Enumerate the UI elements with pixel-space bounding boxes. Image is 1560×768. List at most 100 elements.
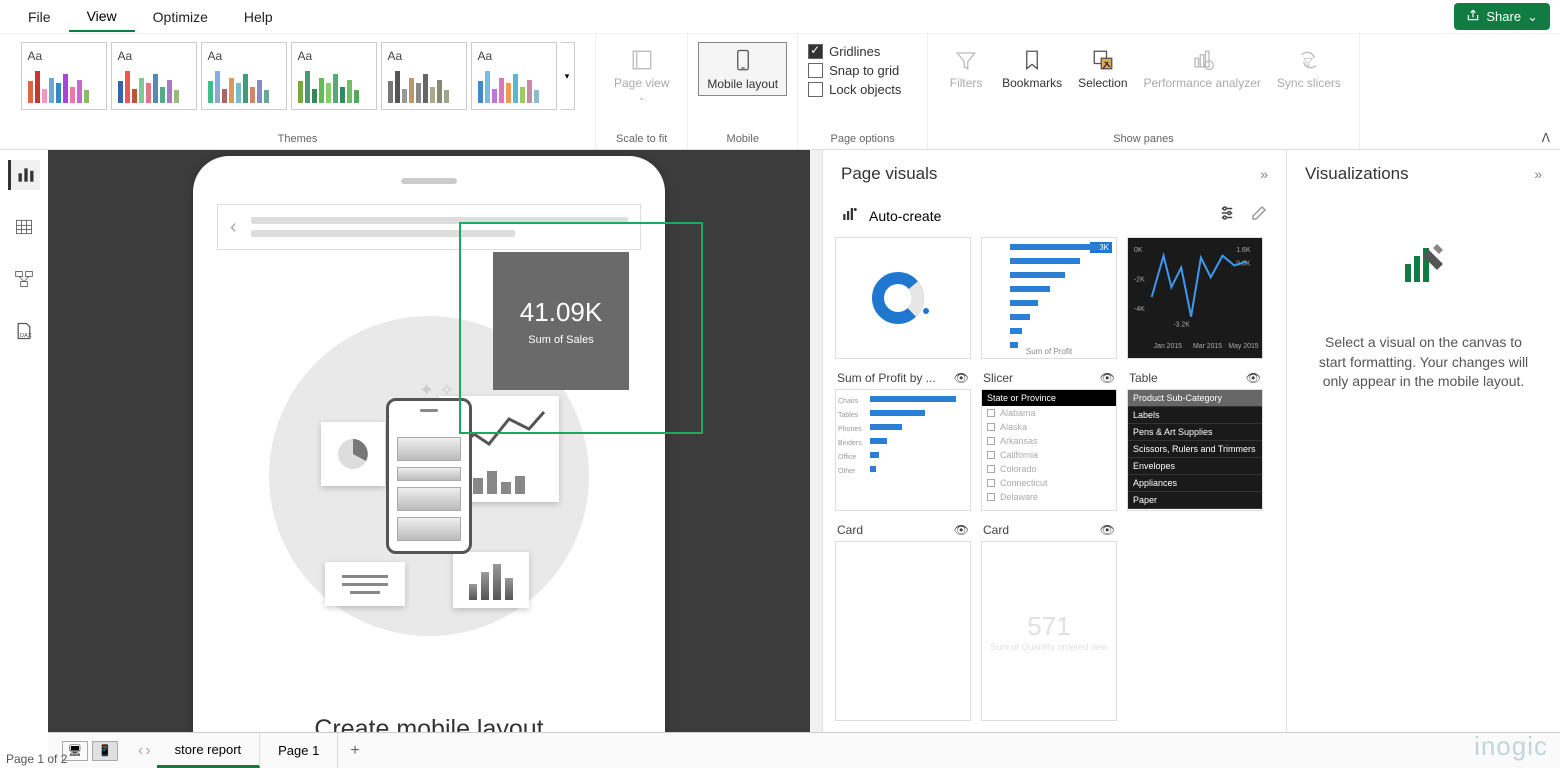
selection-button[interactable]: Selection <box>1070 42 1135 94</box>
auto-create-icon <box>841 205 859 226</box>
prev-page-arrow[interactable]: ‹ <box>138 742 143 760</box>
svg-text:0K: 0K <box>1134 247 1143 254</box>
lines-widget-icon <box>325 562 405 606</box>
page-options-label: Page options <box>830 131 894 147</box>
ribbon-group-scale: Page view ⌄ Scale to fit <box>596 34 688 149</box>
mobile-layout-button[interactable]: Mobile layout <box>698 42 787 96</box>
theme-tile-3[interactable]: Aa <box>201 42 287 110</box>
bars-widget-icon <box>453 552 529 608</box>
lock-objects-toggle[interactable]: Lock objects <box>808 80 901 99</box>
svg-text:May 2015: May 2015 <box>1228 343 1258 350</box>
menu-optimize[interactable]: Optimize <box>135 3 226 31</box>
visualizations-hint: Select a visual on the canvas to start f… <box>1287 303 1560 422</box>
themes-label: Themes <box>278 131 318 147</box>
card-label: Sum of Sales <box>528 334 593 346</box>
svg-text:Mar 2015: Mar 2015 <box>1193 343 1222 350</box>
visualizations-pane: Visualizations » Select a visual on the … <box>1286 150 1560 732</box>
visibility-icon[interactable]: 👁 <box>1246 371 1261 385</box>
svg-text:-2K: -2K <box>1134 276 1145 283</box>
chevron-down-icon: ⌄ <box>1527 9 1538 25</box>
settings-icon[interactable] <box>1218 204 1236 227</box>
mobile-group-label: Mobile <box>727 131 759 147</box>
themes-row: Aa Aa Aa Aa Aa Aa ▾ <box>21 42 575 110</box>
mobile-canvas[interactable]: ‹ ✦ ✧ <box>48 150 810 732</box>
watermark: inogic <box>1474 731 1548 762</box>
share-button[interactable]: Share ⌄ <box>1454 3 1550 30</box>
add-page-button[interactable]: + <box>338 742 371 760</box>
phone-speaker <box>401 178 457 184</box>
visuals-thumbnails: 2.3K Sum of Profit Product Sub-Category … <box>823 237 1286 721</box>
thumb-slicer[interactable]: State or Province Alabama Alaska Arkansa… <box>981 389 1117 511</box>
phone-frame: ‹ ✦ ✧ <box>193 156 665 732</box>
svg-text:-4K: -4K <box>1134 306 1145 313</box>
format-icon <box>1287 198 1560 303</box>
menu-view[interactable]: View <box>69 2 135 32</box>
canvas-scrollbar[interactable] <box>810 150 822 732</box>
mobile-view-icon[interactable]: 📱 <box>92 741 118 761</box>
perf-analyzer-button[interactable]: Performance analyzer <box>1136 42 1269 94</box>
visibility-icon[interactable]: 👁 <box>1100 523 1115 537</box>
thumb-table[interactable]: Product Sub-Category Labels Pens & Art S… <box>1127 389 1263 511</box>
collapse-visualizations[interactable]: » <box>1534 166 1542 182</box>
rail-report-icon[interactable] <box>8 160 40 190</box>
back-icon: ‹ <box>230 216 237 239</box>
create-mobile-layout-text: Create mobile layout <box>193 715 665 732</box>
header-placeholder-lines <box>251 217 628 237</box>
menubar: File View Optimize Help Share ⌄ <box>0 0 1560 34</box>
placed-card-visual[interactable]: 41.09K Sum of Sales <box>493 252 629 390</box>
svg-text:-3.2K: -3.2K <box>1173 322 1190 329</box>
page-view-button[interactable]: Page view ⌄ <box>606 42 677 107</box>
thumb-hbar2[interactable]: Chairs Tables Phones Binders Office Othe… <box>835 389 971 511</box>
theme-tile-2[interactable]: Aa <box>111 42 197 110</box>
theme-tile-1[interactable]: Aa <box>21 42 107 110</box>
ribbon-collapse[interactable]: ᐱ <box>1542 131 1550 145</box>
page-visuals-pane: Page visuals » Auto-create 2.3K Sum of P… <box>822 150 1286 732</box>
share-icon <box>1466 8 1480 25</box>
snap-to-grid-toggle[interactable]: Snap to grid <box>808 61 899 80</box>
thumb-hbar-profit[interactable]: 2.3K Sum of Profit Product Sub-Category <box>981 237 1117 359</box>
tab-page-1[interactable]: Page 1 <box>260 733 338 768</box>
pie-widget-icon <box>321 422 385 486</box>
mini-phone-icon <box>386 398 472 554</box>
visibility-icon[interactable]: 👁 <box>1100 371 1115 385</box>
collapse-page-visuals[interactable]: » <box>1260 166 1268 182</box>
filters-button[interactable]: Filters <box>938 42 994 94</box>
tab-store-report[interactable]: store report <box>157 733 260 768</box>
ribbon-group-show-panes: Filters Bookmarks Selection Performance … <box>928 34 1360 149</box>
theme-tile-6[interactable]: Aa <box>471 42 557 110</box>
thumb-donut[interactable] <box>835 237 971 359</box>
auto-create-button[interactable]: Auto-create <box>841 205 941 226</box>
page-visuals-title: Page visuals <box>841 164 937 184</box>
chevron-down-icon: ⌄ <box>638 92 646 103</box>
next-page-arrow[interactable]: › <box>145 742 150 760</box>
themes-dropdown[interactable]: ▾ <box>561 42 575 110</box>
theme-tile-4[interactable]: Aa <box>291 42 377 110</box>
rail-table-icon[interactable] <box>8 212 40 242</box>
svg-text:Jan 2015: Jan 2015 <box>1154 343 1182 350</box>
ribbon-group-mobile: Mobile layout Mobile <box>688 34 798 149</box>
menu-help[interactable]: Help <box>226 3 291 31</box>
gridlines-toggle[interactable]: ✓Gridlines <box>808 42 880 61</box>
visibility-icon[interactable]: 👁 <box>954 523 969 537</box>
left-rail: DAX <box>0 150 48 346</box>
menu-file[interactable]: File <box>10 3 69 31</box>
mobile-layout-label: Mobile layout <box>707 77 778 91</box>
show-panes-label: Show panes <box>1113 131 1174 147</box>
theme-tile-5[interactable]: Aa <box>381 42 467 110</box>
visibility-icon[interactable]: 👁 <box>954 371 969 385</box>
bookmarks-button[interactable]: Bookmarks <box>994 42 1070 94</box>
thumb-card-ghost[interactable]: 571 Sum of Quantity ordered new <box>981 541 1117 721</box>
rail-dax-icon[interactable]: DAX <box>8 316 40 346</box>
sync-slicers-button[interactable]: Sync slicers <box>1269 42 1349 94</box>
thumb-card-empty[interactable] <box>835 541 971 721</box>
ribbon-group-themes: Aa Aa Aa Aa Aa Aa ▾ Themes <box>0 34 596 149</box>
scale-label: Scale to fit <box>616 131 667 147</box>
thumb-line-profit[interactable]: 0K-2K-4K 1.6K0.0K -3.2K Jan 2015Mar 2015… <box>1127 237 1263 359</box>
rail-model-icon[interactable] <box>8 264 40 294</box>
page-status: Page 1 of 2 <box>6 752 67 766</box>
eraser-icon[interactable] <box>1250 204 1268 227</box>
phone-header: ‹ <box>217 204 641 250</box>
visualizations-title: Visualizations <box>1305 164 1409 184</box>
svg-text:DAX: DAX <box>20 333 32 339</box>
bottom-bar: 🖥 📱 ‹ › store report Page 1 + <box>48 732 1560 768</box>
